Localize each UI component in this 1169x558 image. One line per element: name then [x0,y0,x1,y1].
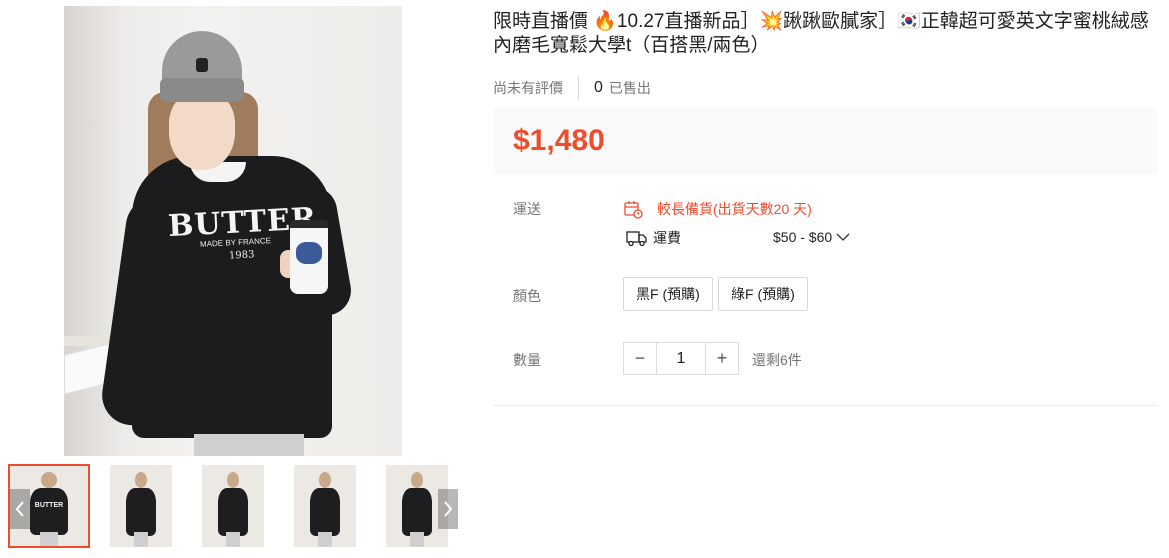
image-legs [194,434,304,456]
thumb-body [218,487,248,536]
thumb-body [310,487,340,536]
thumb-head [134,471,148,488]
sold-label: 已售出 [608,80,651,96]
main-product-image[interactable]: BUTTER MADE BY FRANCE 1983 [64,6,402,456]
quantity-decrease-button[interactable]: − [624,343,656,374]
truck-icon [626,231,647,247]
image-beanie-logo [196,58,208,72]
quantity-stepper: − 1 + [623,342,739,375]
shipping-warning-text: 較長備貨(出貨天數20 天) [657,201,812,217]
shipping-fee-dropdown[interactable]: $50 - $60 [773,229,850,245]
chevron-left-icon [15,501,24,517]
thumbnail-prev-button[interactable] [10,489,30,529]
thumb-legs [133,532,149,547]
shipping-warning: 較長備貨(出貨天數20 天) [623,199,812,219]
product-price: $1,480 [513,124,605,157]
meta-divider [578,76,579,100]
thumbnail-4[interactable] [294,465,356,547]
price-panel: $1,480 [493,108,1158,174]
thumbnail-2[interactable] [110,465,172,547]
product-title: 限時直播價 🔥10.27直播新品］💥踿踿歐膩家］🇰🇷正韓超可愛英文字蜜桃絨感內磨… [493,11,1149,56]
image-sweater-print-year: 1983 [228,249,255,262]
color-label: 顏色 [513,288,541,304]
shipping-fee-range: $50 - $60 [773,229,833,245]
thumb-legs [409,532,425,547]
rating-sold-row: 尚未有評價 0 已售出 [493,76,651,100]
chevron-down-icon [836,233,850,241]
thumbnail-strip: BUTTER [8,464,460,549]
thumb-legs [317,532,333,547]
rating-text[interactable]: 尚未有評價 [493,78,563,98]
thumb-legs [225,532,241,547]
thumbnail-next-button[interactable] [438,489,458,529]
color-option-black[interactable]: 黑F (預購) [623,277,713,311]
sold-count: 0 [594,79,603,96]
thumb-print: BUTTER [34,502,64,509]
image-beanie-cuff [160,78,244,102]
thumb-body [126,487,156,536]
thumb-legs [39,531,59,546]
thumb-body [30,488,68,535]
thumb-head [410,471,424,488]
stock-remaining: 還剩6件 [752,352,802,368]
image-cup-print [296,242,322,264]
shipping-fee-label: 運費 [653,230,681,246]
shipping-fee-row: 運費 $50 - $60 [626,228,866,248]
thumb-head [226,471,240,488]
thumb-head [318,471,332,488]
shipping-label: 運送 [513,201,541,217]
calendar-clock-icon [624,201,643,219]
image-face [169,92,235,170]
chevron-right-icon [444,501,453,517]
quantity-label: 數量 [513,352,541,368]
thumb-head [41,472,57,489]
quantity-increase-button[interactable]: + [706,343,738,374]
thumb-body [402,487,432,536]
thumbnail-3[interactable] [202,465,264,547]
quantity-input[interactable]: 1 [656,343,706,374]
section-divider [493,405,1158,406]
color-option-green[interactable]: 綠F (預購) [718,277,808,311]
